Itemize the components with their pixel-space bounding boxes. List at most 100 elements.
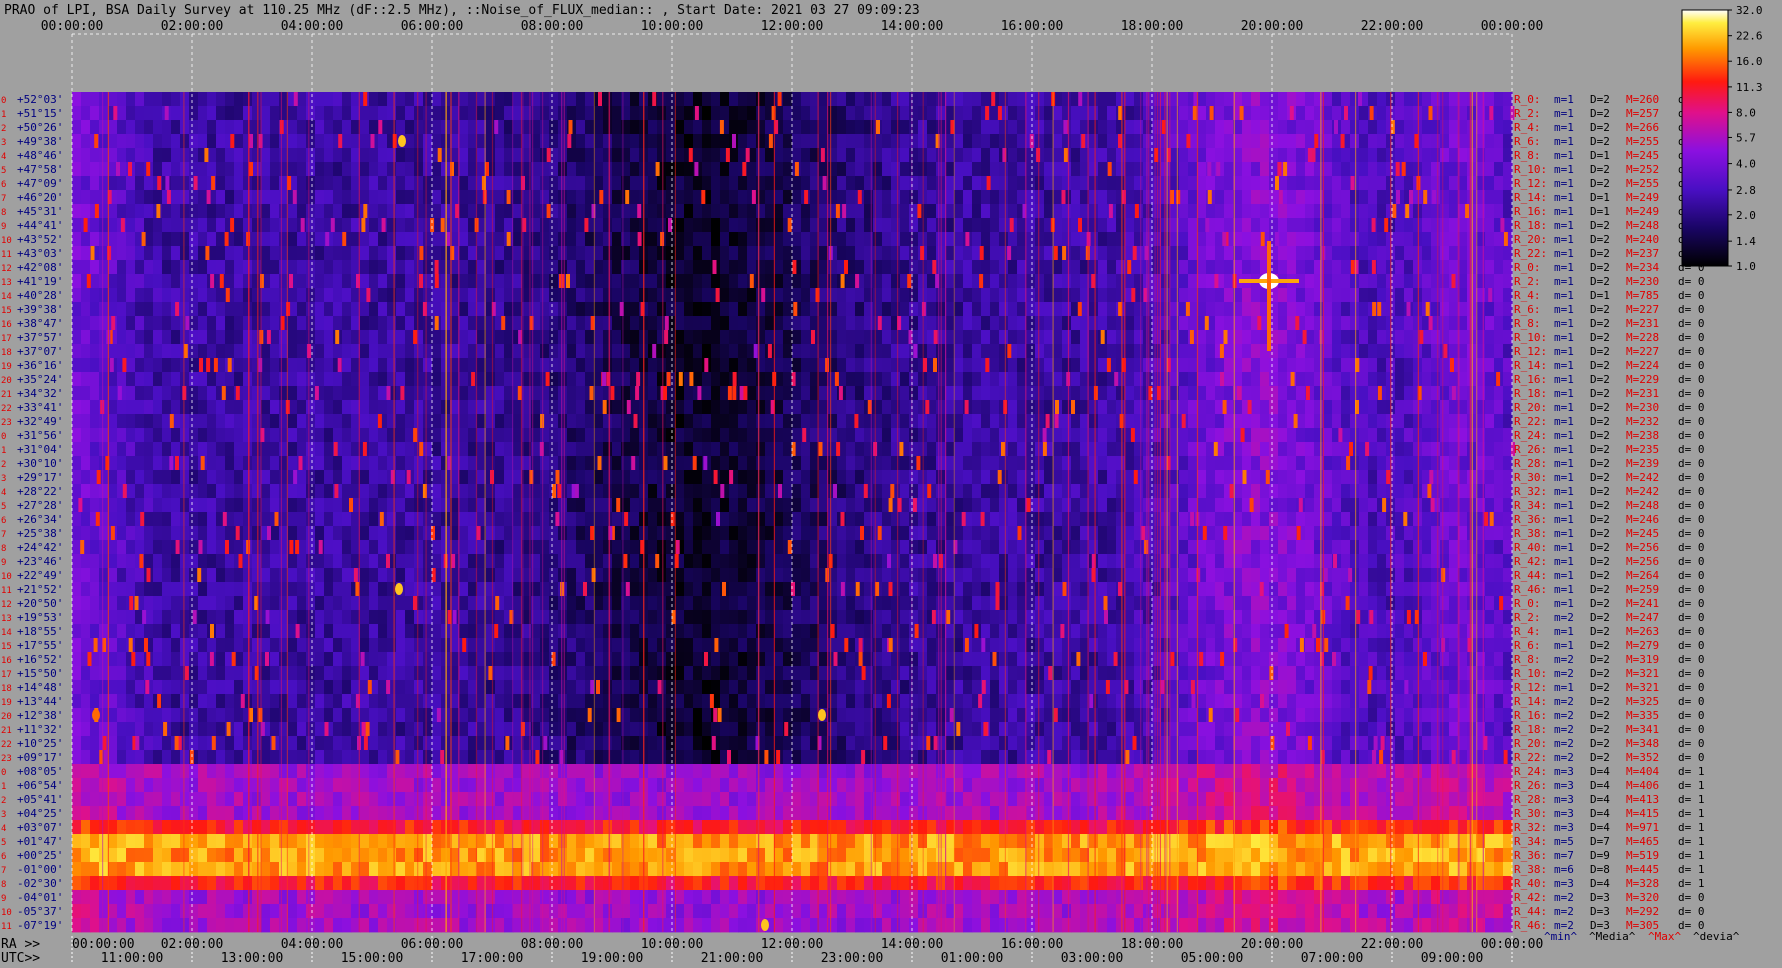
heatmap-cell (135, 120, 145, 135)
heatmap-cell (432, 358, 442, 373)
heatmap-cell (1215, 428, 1225, 443)
heatmap-cell (216, 484, 226, 499)
heatmap-cell (558, 120, 568, 135)
heatmap-cell (81, 470, 91, 485)
heatmap-cell (1476, 456, 1486, 471)
heatmap-cell (297, 106, 307, 121)
heatmap-cell (999, 162, 1009, 177)
heatmap-cell (1404, 274, 1414, 289)
heatmap-cell (270, 428, 280, 443)
heatmap-cell (558, 330, 568, 345)
heatmap-cell (594, 106, 604, 121)
heatmap-cell (702, 246, 712, 261)
heatmap-cell (1314, 218, 1324, 233)
heatmap-cell (1449, 120, 1459, 135)
heatmap-cell (738, 442, 748, 457)
heatmap-cell (1017, 372, 1027, 387)
heatmap-cell (414, 498, 424, 513)
heatmap-cell (1476, 190, 1486, 205)
heatmap-cell (648, 414, 658, 429)
heatmap-cell (1089, 344, 1099, 359)
heatmap-cell (1368, 330, 1378, 345)
heatmap-cell (1143, 498, 1153, 513)
heatmap-cell (1224, 274, 1234, 289)
heatmap-cell (171, 232, 181, 247)
heatmap-cell (162, 526, 172, 541)
heatmap-cell (1134, 302, 1144, 317)
heatmap-cell (567, 316, 577, 331)
heatmap-cell (558, 386, 568, 401)
heatmap-cell (981, 400, 991, 415)
heatmap-cell (378, 372, 388, 387)
heatmap-cell (360, 456, 370, 471)
heatmap-cell (648, 512, 658, 527)
heatmap-cell (963, 372, 973, 387)
heatmap-cell (1305, 512, 1315, 527)
heatmap-cell (981, 204, 991, 219)
heatmap-cell (225, 386, 235, 401)
heatmap-cell (135, 92, 145, 107)
heatmap-cell (999, 204, 1009, 219)
heatmap-cell (225, 470, 235, 485)
heatmap-cell (1206, 260, 1216, 275)
heatmap-cell (783, 414, 793, 429)
heatmap-cell (288, 246, 298, 261)
heatmap-cell (720, 260, 730, 275)
heatmap-cell (423, 498, 433, 513)
heatmap-cell (270, 414, 280, 429)
heatmap-cell (1143, 218, 1153, 233)
heatmap-cell (486, 344, 496, 359)
heatmap-cell (702, 400, 712, 415)
heatmap-cell (783, 372, 793, 387)
heatmap-cell (837, 218, 847, 233)
heatmap-cell (1251, 414, 1261, 429)
heatmap-cell (1476, 274, 1486, 289)
heatmap-cell (270, 246, 280, 261)
heatmap-cell (1332, 232, 1342, 247)
heatmap-cell (693, 372, 703, 387)
heatmap-cell (153, 442, 163, 457)
heatmap-cell (297, 400, 307, 415)
heatmap-cell (459, 330, 469, 345)
heatmap-cell (1089, 414, 1099, 429)
heatmap-cell (666, 92, 676, 107)
heatmap-cell (1089, 92, 1099, 107)
heatmap-cell (1107, 344, 1117, 359)
heatmap-cell (612, 246, 622, 261)
heatmap-cell (702, 302, 712, 317)
heatmap-cell (1368, 274, 1378, 289)
heatmap-cell (702, 428, 712, 443)
heatmap-cell (828, 134, 838, 149)
heatmap-cell (1341, 358, 1351, 373)
heatmap-cell (1251, 120, 1261, 135)
heatmap-cell (756, 162, 766, 177)
heatmap-cell (756, 260, 766, 275)
heatmap-cell (981, 344, 991, 359)
heatmap-cell (954, 498, 964, 513)
heatmap-cell (1278, 148, 1288, 163)
heatmap-cell (1224, 414, 1234, 429)
heatmap-cell (549, 176, 559, 191)
heatmap-cell (702, 106, 712, 121)
heatmap-cell (1269, 470, 1279, 485)
heatmap-cell (288, 316, 298, 331)
heatmap-cell (927, 106, 937, 121)
heatmap-cell (369, 372, 379, 387)
heatmap-cell (162, 484, 172, 499)
heatmap-cell (1404, 288, 1414, 303)
heatmap-cell (828, 274, 838, 289)
heatmap-cell (540, 358, 550, 373)
heatmap-cell (657, 414, 667, 429)
heatmap-cell (684, 386, 694, 401)
heatmap-cell (999, 288, 1009, 303)
heatmap-cell (342, 176, 352, 191)
heatmap-cell (72, 218, 82, 233)
heatmap-cell (1125, 162, 1135, 177)
heatmap-cell (540, 400, 550, 415)
heatmap-cell (1314, 484, 1324, 499)
heatmap-cell (90, 400, 100, 415)
heatmap-cell (1143, 302, 1153, 317)
heatmap-cell (1017, 260, 1027, 275)
heatmap-cell (855, 358, 865, 373)
heatmap-cell (261, 512, 271, 527)
